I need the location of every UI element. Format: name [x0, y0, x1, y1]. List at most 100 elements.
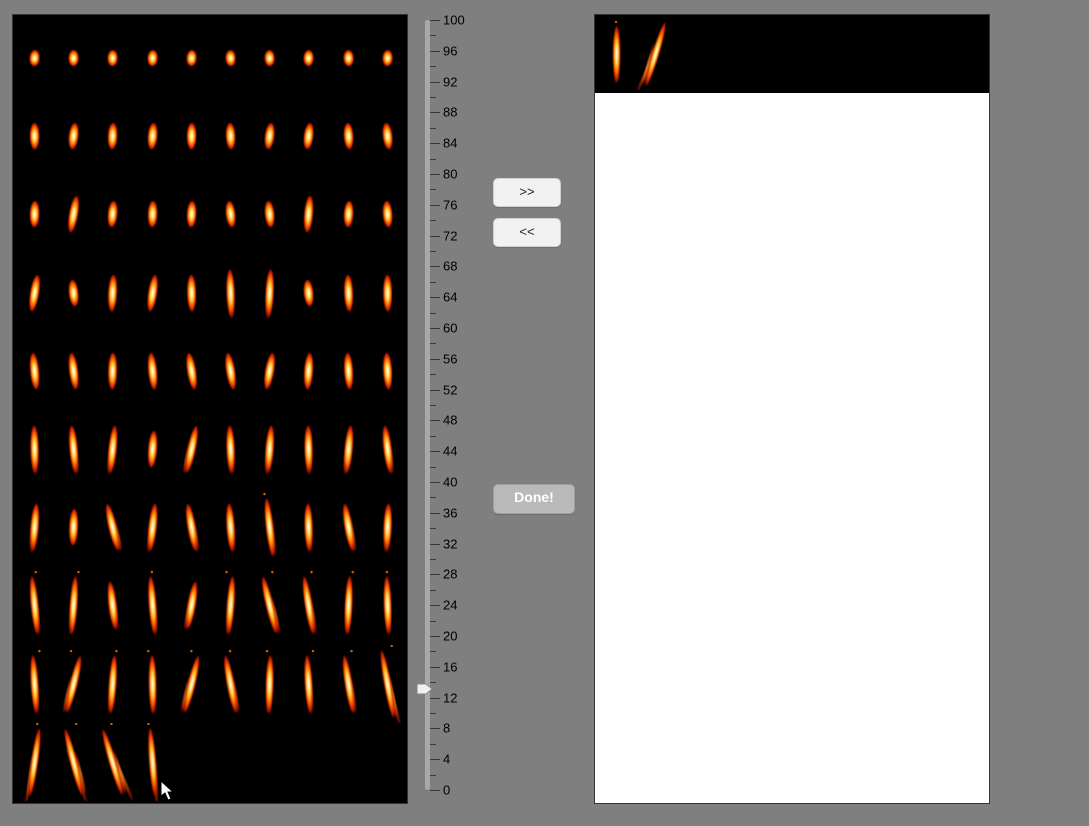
gallery-thumb[interactable]: [15, 175, 54, 253]
gallery-thumb[interactable]: [250, 175, 289, 253]
gallery-thumb[interactable]: [172, 410, 211, 488]
gallery-thumb[interactable]: [211, 566, 250, 644]
gallery-thumb[interactable]: [329, 410, 368, 488]
gallery-thumb[interactable]: [133, 19, 172, 97]
gallery-thumb[interactable]: [368, 254, 407, 332]
gallery-thumb[interactable]: [54, 488, 93, 566]
gallery-thumb[interactable]: [329, 97, 368, 175]
gallery-thumb[interactable]: [329, 488, 368, 566]
gallery-thumb[interactable]: [211, 19, 250, 97]
gallery-thumb[interactable]: [329, 332, 368, 410]
gallery-thumb[interactable]: [93, 410, 132, 488]
gallery-thumb[interactable]: [172, 19, 211, 97]
gallery-thumb[interactable]: [289, 410, 328, 488]
gallery-thumb[interactable]: [329, 645, 368, 723]
gallery-thumb[interactable]: [15, 254, 54, 332]
gallery-thumb[interactable]: [93, 723, 132, 801]
gallery-thumb[interactable]: [289, 19, 328, 97]
gallery-thumb[interactable]: [329, 19, 368, 97]
gallery-thumb[interactable]: [15, 488, 54, 566]
gallery-thumb[interactable]: [133, 254, 172, 332]
gallery-thumb[interactable]: [93, 488, 132, 566]
gallery-thumb[interactable]: [211, 332, 250, 410]
gallery-thumb[interactable]: [93, 97, 132, 175]
gallery-thumb[interactable]: [15, 19, 54, 97]
gallery-thumb[interactable]: [172, 175, 211, 253]
gallery-thumb[interactable]: [133, 175, 172, 253]
gallery-thumb[interactable]: [172, 645, 211, 723]
gallery-thumb[interactable]: [172, 566, 211, 644]
gallery-thumb[interactable]: [93, 332, 132, 410]
gallery-thumb[interactable]: [15, 723, 54, 801]
gallery-thumb[interactable]: [368, 488, 407, 566]
gallery-thumb[interactable]: [329, 175, 368, 253]
gallery-thumb[interactable]: [368, 175, 407, 253]
gallery-thumb[interactable]: [289, 254, 328, 332]
gallery-thumb[interactable]: [329, 254, 368, 332]
gallery-thumb[interactable]: [54, 566, 93, 644]
gallery-thumb[interactable]: [172, 97, 211, 175]
gallery-thumb[interactable]: [211, 254, 250, 332]
gallery-thumb[interactable]: [133, 488, 172, 566]
gallery-thumb[interactable]: [133, 410, 172, 488]
gallery-thumb[interactable]: [368, 645, 407, 723]
gallery-thumb[interactable]: [15, 645, 54, 723]
threshold-slider[interactable]: 1009692888480767268646056524844403632282…: [421, 20, 469, 790]
gallery-thumb[interactable]: [15, 566, 54, 644]
gallery-thumb[interactable]: [172, 488, 211, 566]
move-left-button[interactable]: <<: [493, 218, 561, 247]
gallery-thumb[interactable]: [368, 97, 407, 175]
gallery-thumb[interactable]: [172, 332, 211, 410]
gallery-thumb[interactable]: [250, 645, 289, 723]
gallery-thumb[interactable]: [250, 19, 289, 97]
gallery-thumb[interactable]: [211, 410, 250, 488]
gallery-thumb[interactable]: [211, 175, 250, 253]
gallery-thumb[interactable]: [368, 566, 407, 644]
gallery-thumb[interactable]: [93, 566, 132, 644]
move-right-button[interactable]: >>: [493, 178, 561, 207]
gallery-thumb[interactable]: [368, 332, 407, 410]
gallery-thumb[interactable]: [54, 410, 93, 488]
gallery-thumb[interactable]: [368, 19, 407, 97]
gallery-thumb[interactable]: [133, 645, 172, 723]
gallery-thumb[interactable]: [250, 254, 289, 332]
gallery-thumb[interactable]: [54, 19, 93, 97]
gallery-thumb[interactable]: [15, 410, 54, 488]
gallery-thumb[interactable]: [289, 97, 328, 175]
gallery-thumb[interactable]: [54, 254, 93, 332]
gallery-thumb[interactable]: [54, 723, 93, 801]
gallery-thumb[interactable]: [54, 332, 93, 410]
gallery-thumb[interactable]: [250, 566, 289, 644]
done-button[interactable]: Done!: [493, 484, 575, 514]
gallery-thumb[interactable]: [289, 488, 328, 566]
gallery-thumb[interactable]: [289, 175, 328, 253]
gallery-thumb[interactable]: [368, 410, 407, 488]
gallery-thumb[interactable]: [211, 488, 250, 566]
gallery-thumb[interactable]: [172, 254, 211, 332]
gallery-thumb[interactable]: [133, 723, 172, 801]
gallery-thumb[interactable]: [250, 332, 289, 410]
gallery-thumb[interactable]: [93, 645, 132, 723]
gallery-thumb[interactable]: [250, 97, 289, 175]
gallery-thumb[interactable]: [250, 488, 289, 566]
gallery-thumb[interactable]: [93, 175, 132, 253]
gallery-thumb[interactable]: [289, 566, 328, 644]
gallery-thumb[interactable]: [250, 410, 289, 488]
gallery-thumb[interactable]: [133, 566, 172, 644]
gallery-thumb[interactable]: [133, 97, 172, 175]
gallery-thumb[interactable]: [211, 645, 250, 723]
gallery-thumb[interactable]: [54, 175, 93, 253]
gallery-thumb[interactable]: [133, 332, 172, 410]
gallery-thumb[interactable]: [289, 332, 328, 410]
gallery-thumb[interactable]: [211, 97, 250, 175]
gallery-thumb[interactable]: [15, 332, 54, 410]
gallery-thumb[interactable]: [54, 97, 93, 175]
gallery-thumb[interactable]: [93, 19, 132, 97]
gallery-thumb[interactable]: [329, 566, 368, 644]
gallery-thumb[interactable]: [93, 254, 132, 332]
gallery-thumb[interactable]: [289, 645, 328, 723]
gallery-thumb[interactable]: [54, 645, 93, 723]
selected-thumb[interactable]: [597, 18, 636, 90]
gallery-thumb[interactable]: [15, 97, 54, 175]
selected-thumb[interactable]: [636, 18, 675, 90]
